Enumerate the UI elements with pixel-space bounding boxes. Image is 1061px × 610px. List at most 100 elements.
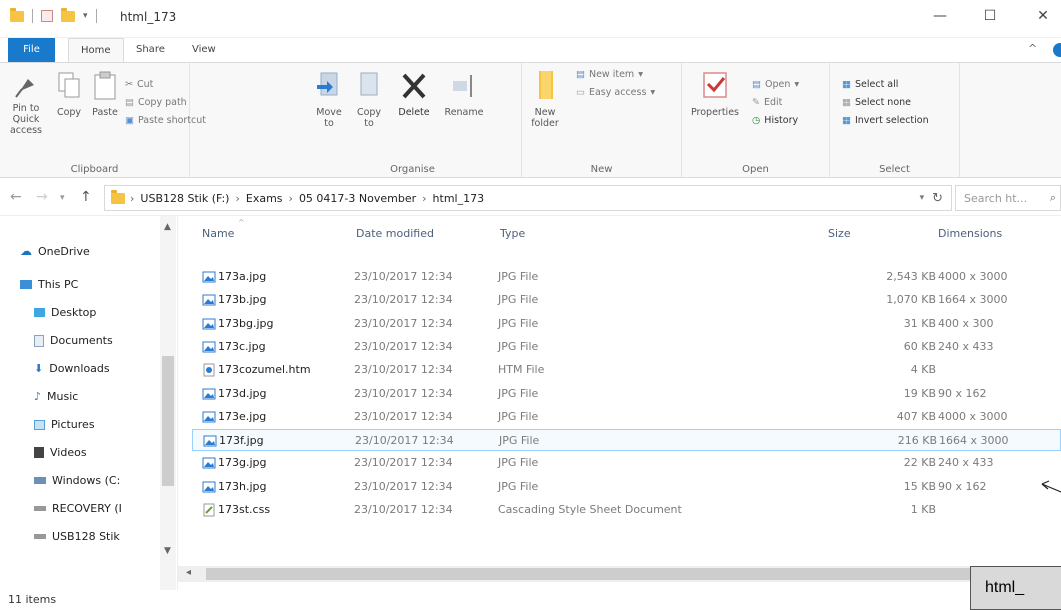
paste-shortcut-button[interactable]: ▣ Paste shortcut [125, 115, 206, 126]
address-path[interactable]: › USB128 Stik (F:) › Exams › 05 0417-3 N… [104, 185, 952, 211]
copy-path-button[interactable]: ▤ Copy path [125, 97, 187, 108]
edit-icon: ✎ [752, 97, 760, 108]
group-new: New folder ▤ New item ▾ ▭ Easy access ▾ New [522, 63, 682, 177]
copy-to-button[interactable]: Copy to [352, 69, 386, 129]
scroll-left-icon[interactable]: ◂ [186, 567, 191, 578]
breadcrumb-html173[interactable]: html_173 [428, 192, 490, 205]
column-header-date[interactable]: Date modified [356, 216, 434, 252]
nav-item-videos[interactable]: Videos [34, 446, 166, 459]
tab-file[interactable]: File [8, 38, 55, 62]
nav-item-pictures[interactable]: Pictures [34, 418, 166, 431]
tab-share[interactable]: Share [124, 38, 177, 62]
invert-selection-button[interactable]: ▦ Invert selection [842, 115, 929, 126]
separator [95, 9, 97, 23]
new-item-button[interactable]: ▤ New item ▾ [576, 69, 643, 80]
move-to-button[interactable]: Move to [312, 69, 346, 129]
tab-view[interactable]: View [180, 38, 228, 62]
file-size: 216 KB [897, 434, 937, 448]
paste-shortcut-icon: ▣ [125, 115, 134, 126]
close-button[interactable]: ✕ [1028, 8, 1058, 24]
edit-button[interactable]: ✎ Edit [752, 97, 782, 108]
copy-button[interactable]: Copy [52, 69, 86, 118]
jpg-icon [202, 340, 216, 354]
collapse-ribbon-icon[interactable]: ^ [1028, 42, 1037, 55]
nav-item-recovery-drive[interactable]: RECOVERY (I [34, 502, 166, 515]
music-icon: ♪ [34, 390, 42, 403]
customize-toolbar-icon[interactable]: ▾ [83, 11, 88, 21]
nav-item-desktop[interactable]: Desktop [34, 306, 166, 319]
nav-scrollbar[interactable]: ▲ ▼ [160, 216, 176, 590]
file-date: 23/10/2017 12:34 [354, 339, 453, 353]
history-button[interactable]: ◷ History [752, 115, 798, 126]
table-row[interactable]: 173c.jpg 23/10/2017 12:34 JPG File 60 KB 240… [192, 336, 1061, 358]
minimize-button[interactable]: — [925, 8, 955, 24]
help-icon[interactable] [1053, 43, 1061, 57]
table-row[interactable]: 173f.jpg 23/10/2017 12:34 JPG File 216 KB 16… [192, 429, 1061, 452]
file-size: 31 KB [903, 316, 936, 330]
table-row[interactable]: 173g.jpg 23/10/2017 12:34 JPG File 22 KB 240… [192, 452, 1061, 474]
pin-quick-access-button[interactable]: Pin to Quick access [6, 69, 46, 136]
table-row[interactable]: 173b.jpg 23/10/2017 12:34 JPG File 1,070 KB… [192, 289, 1061, 311]
nav-item-this-pc[interactable]: This PC [20, 278, 152, 291]
back-arrow-icon[interactable]: ← [10, 189, 22, 205]
easy-access-button[interactable]: ▭ Easy access ▾ [576, 87, 655, 98]
table-row[interactable]: 173st.css 23/10/2017 12:34 Cascading Style… [192, 499, 1061, 521]
new-folder-icon[interactable] [61, 7, 75, 22]
up-arrow-icon[interactable]: ↑ [80, 189, 92, 205]
downloads-icon: ⬇ [34, 362, 44, 375]
column-header-name[interactable]: Name [202, 216, 234, 252]
breadcrumb-november[interactable]: 05 0417-3 November [294, 192, 421, 205]
file-dimensions: 4000 x 3000 [938, 409, 1008, 423]
address-dropdown-icon[interactable]: ▾ [920, 193, 925, 203]
file-date: 23/10/2017 12:34 [354, 479, 453, 493]
file-name: 173c.jpg [218, 339, 266, 353]
file-size: 15 KB [903, 479, 936, 493]
tab-home[interactable]: Home [68, 38, 124, 63]
scroll-up-icon[interactable]: ▲ [164, 222, 171, 232]
nav-item-music[interactable]: ♪ Music [34, 390, 166, 403]
delete-button[interactable]: Delete [394, 69, 434, 118]
table-row[interactable]: 173cozumel.htm 23/10/2017 12:34 HTM File 4 … [192, 359, 1061, 381]
paste-button[interactable]: Paste [88, 69, 122, 118]
breadcrumb-exams[interactable]: Exams [241, 192, 288, 205]
table-row[interactable]: 173h.jpg 23/10/2017 12:34 JPG File 15 KB 90 … [192, 476, 1061, 498]
scroll-down-icon[interactable]: ▼ [164, 546, 171, 556]
column-header-size[interactable]: Size [828, 216, 851, 252]
open-button[interactable]: ▤ Open ▾ [752, 79, 799, 90]
table-row[interactable]: 173d.jpg 23/10/2017 12:34 JPG File 19 KB 90 … [192, 383, 1061, 405]
horizontal-scroll-thumb[interactable] [206, 568, 1061, 580]
select-all-button[interactable]: ▦ Select all [842, 79, 898, 90]
search-input[interactable]: Search ht... ⌕ [955, 185, 1061, 211]
history-icon: ◷ [752, 115, 761, 126]
horizontal-scrollbar[interactable]: ◂ [178, 566, 1061, 582]
rename-button[interactable]: Rename [442, 69, 486, 118]
table-row[interactable]: 173a.jpg 23/10/2017 12:34 JPG File 2,543 KB… [192, 266, 1061, 288]
breadcrumb-usb[interactable]: USB128 Stik (F:) [135, 192, 234, 205]
properties-button[interactable]: Properties [690, 69, 740, 118]
nav-item-downloads[interactable]: ⬇ Downloads [34, 362, 166, 375]
file-list: Name ^ Date modified Type Size Dimension… [178, 216, 1061, 590]
table-row[interactable]: 173e.jpg 23/10/2017 12:34 JPG File 407 KB 40… [192, 406, 1061, 428]
recent-locations-icon[interactable]: ▾ [60, 193, 65, 203]
nav-item-documents[interactable]: Documents [34, 334, 166, 347]
table-row[interactable]: 173bg.jpg 23/10/2017 12:34 JPG File 31 KB 40… [192, 313, 1061, 335]
file-size: 1,070 KB [886, 293, 936, 307]
pictures-icon [34, 419, 45, 430]
select-none-button[interactable]: ▦ Select none [842, 97, 911, 108]
forward-arrow-icon[interactable]: → [36, 189, 48, 205]
properties-icon[interactable] [41, 10, 53, 22]
paste-icon [94, 71, 116, 100]
cut-button[interactable]: ✂ Cut [125, 79, 153, 90]
new-folder-button[interactable]: New folder [528, 69, 562, 129]
ribbon: Pin to Quick access Copy Paste ✂ Cut ▤ Cop… [0, 62, 1061, 178]
file-type: HTM File [498, 363, 545, 377]
column-header-dimensions[interactable]: Dimensions [938, 216, 1002, 252]
column-header-type[interactable]: Type [500, 216, 525, 252]
nav-item-onedrive[interactable]: ☁ OneDrive [20, 244, 152, 258]
nav-item-usb-drive[interactable]: USB128 Stik [34, 530, 166, 543]
nav-scroll-thumb[interactable] [162, 356, 174, 486]
file-type: JPG File [498, 456, 539, 470]
refresh-icon[interactable]: ↻ [932, 191, 943, 206]
maximize-button[interactable]: ☐ [975, 8, 1005, 24]
nav-item-windows-drive[interactable]: Windows (C: [34, 474, 166, 487]
